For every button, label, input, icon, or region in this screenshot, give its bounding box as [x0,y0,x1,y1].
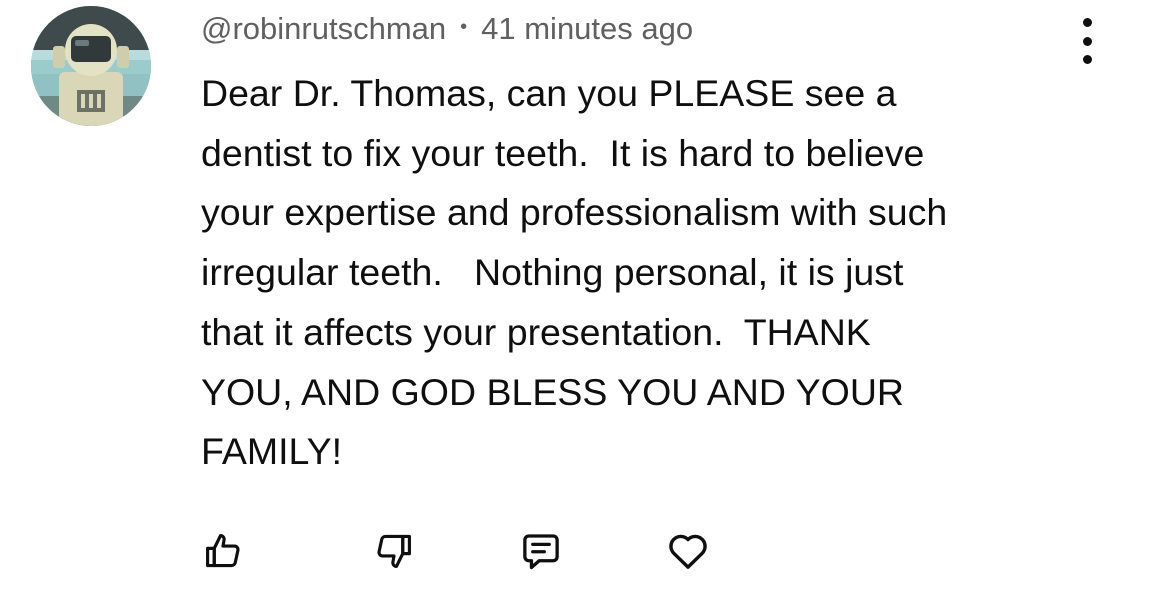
comment-text-line: FAMILY! [201,430,343,473]
comment-timestamp[interactable]: 41 minutes ago [481,11,693,47]
more-options-button[interactable] [1070,18,1104,64]
comment-text-line: your expertise and professionalism with … [201,191,948,234]
more-vertical-icon [1082,18,1092,27]
comment-text: Dear Dr. Thomas, can you PLEASE see a den… [201,64,1101,482]
comment-text-line: YOU, AND GOD BLESS YOU AND YOUR [201,370,904,413]
like-button[interactable] [197,525,249,577]
more-vertical-icon-dot [1082,36,1092,46]
love-button[interactable] [662,525,714,577]
comment-text-line: irregular teeth. Nothing personal, it is… [201,251,904,294]
comment-card: @robinrutschman • 41 minutes ago Dear Dr… [0,0,1161,596]
comment-text-line: Dear Dr. Thomas, can you PLEASE see a [201,72,897,114]
author-name[interactable]: @robinrutschman [201,11,446,47]
thumbs-up-icon [206,534,240,568]
comment-text-line: that it affects your presentation. THANK [201,310,871,353]
reply-button[interactable] [515,525,567,577]
heart-icon [669,534,707,569]
comment-meta: @robinrutschman • 41 minutes ago [201,8,693,50]
thumbs-down-icon [377,534,411,568]
meta-separator: • [460,15,468,38]
comment-text-line: dentist to fix your teeth. It is hard to… [201,131,925,174]
comment-icon [523,534,559,570]
astronaut-avatar-icon [31,6,151,126]
avatar[interactable] [31,6,151,126]
more-vertical-icon-dot [1082,55,1092,64]
dislike-button[interactable] [368,525,420,577]
